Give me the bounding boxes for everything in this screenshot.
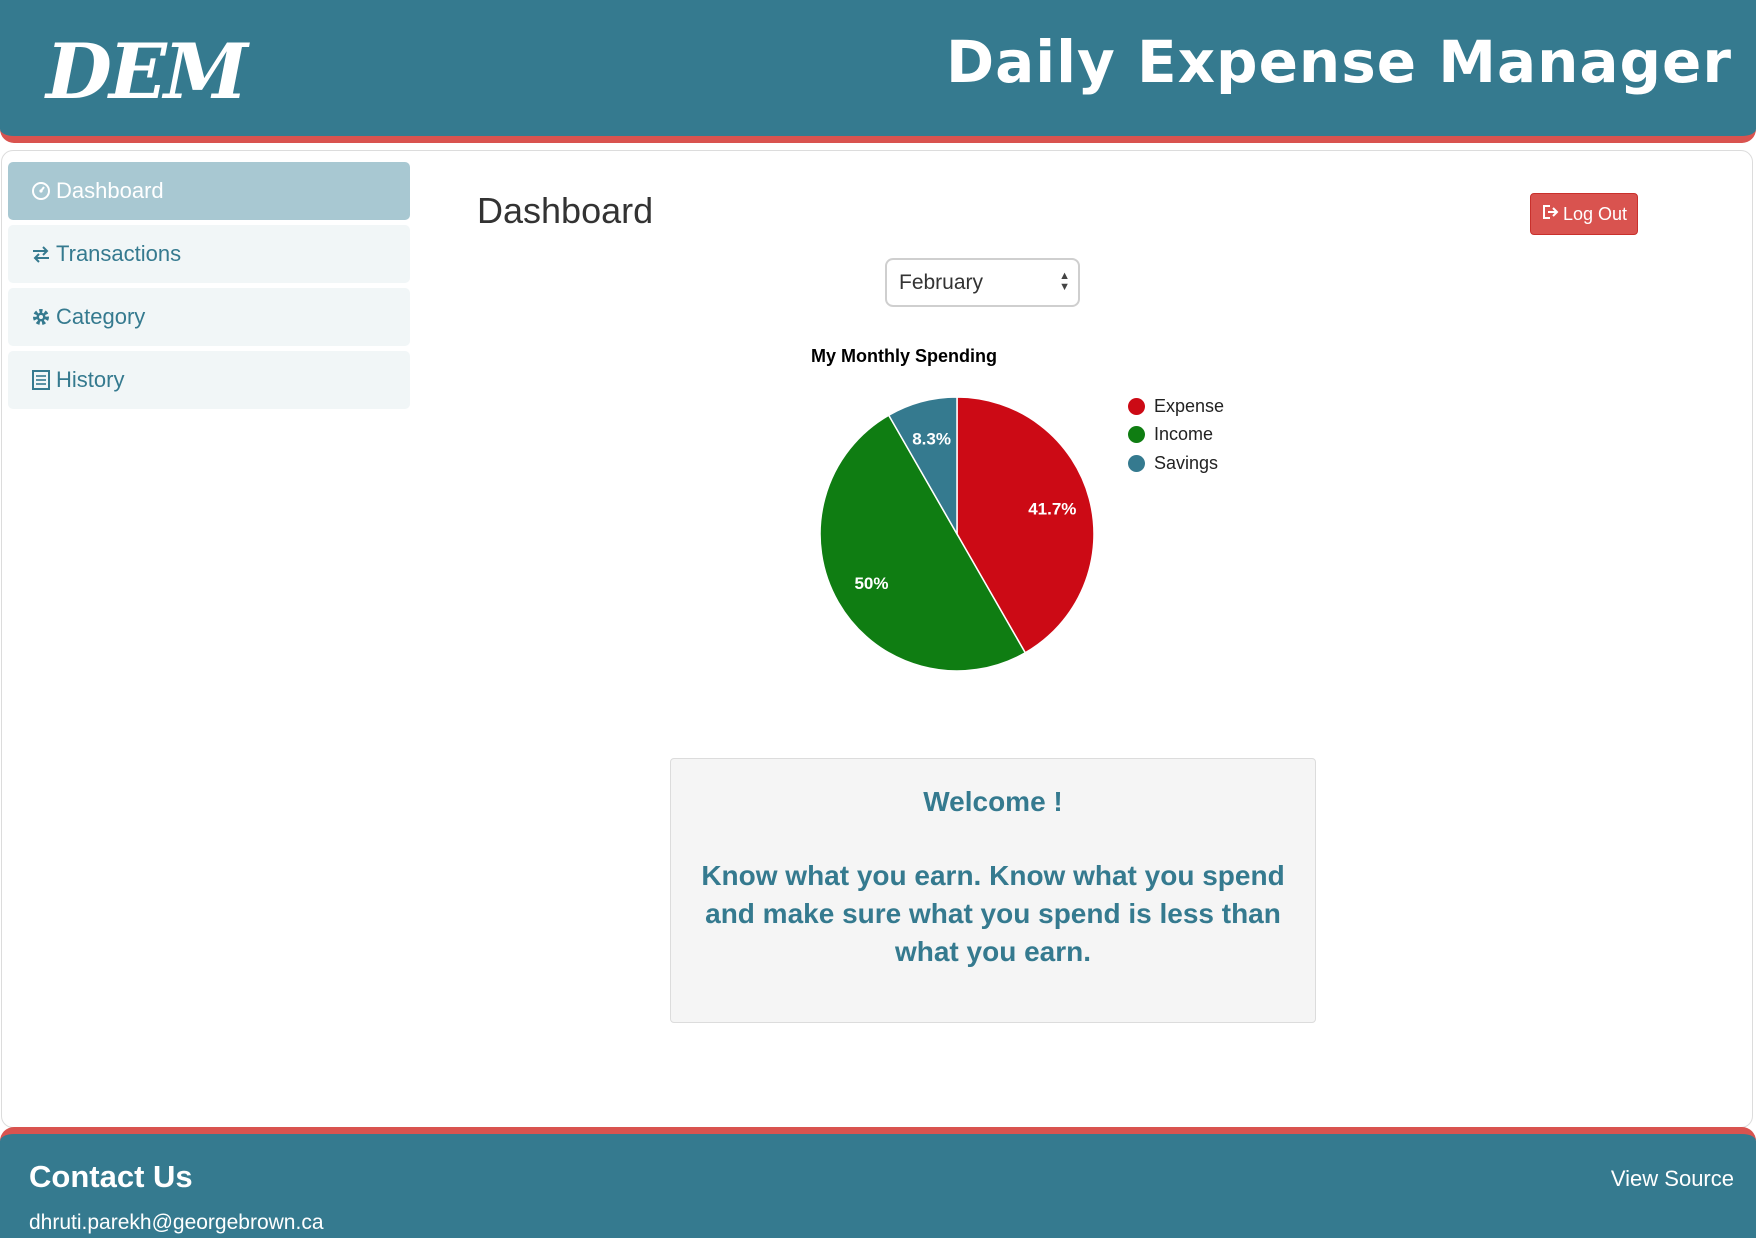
pie-label-savings: 8.3% xyxy=(912,430,951,449)
month-select-value: February xyxy=(899,270,984,294)
select-arrows-icon: ▲ ▼ xyxy=(1059,270,1070,293)
legend-dot-savings xyxy=(1128,454,1145,472)
welcome-title: Welcome ! xyxy=(923,786,1063,817)
transfer-arrows-icon xyxy=(30,243,52,265)
sidebar-item-history[interactable]: History xyxy=(8,351,410,409)
gear-icon xyxy=(30,306,52,328)
app-footer: Contact Us View Source dhruti.parekh@geo… xyxy=(0,1127,1756,1238)
legend-label: Income xyxy=(1154,424,1214,445)
dashboard-icon xyxy=(30,180,52,202)
legend-dot-expense xyxy=(1128,397,1145,415)
welcome-panel: Welcome ! Know what you earn. Know what … xyxy=(670,758,1316,1023)
app-logo[interactable]: DEM xyxy=(46,24,248,120)
legend-label: Savings xyxy=(1154,452,1219,473)
list-icon xyxy=(30,369,52,391)
pie-chart: 41.7% 50% 8.3% xyxy=(819,396,1095,672)
logout-label: Log Out xyxy=(1562,203,1628,224)
sidebar-nav: Dashboard Transactions Category History xyxy=(8,162,410,414)
welcome-message: Know what you earn. Know what you spend … xyxy=(701,860,1285,967)
sidebar-item-transactions[interactable]: Transactions xyxy=(8,225,410,283)
legend-label: Expense xyxy=(1154,395,1225,416)
app-title: Daily Expense Manager xyxy=(945,28,1732,96)
chart-legend: Expense Income Savings xyxy=(1128,392,1224,478)
logout-button[interactable]: Log Out xyxy=(1530,193,1638,235)
pie-label-income: 50% xyxy=(854,574,888,593)
page-title: Dashboard xyxy=(477,190,654,231)
pie-label-expense: 41.7% xyxy=(1028,500,1076,519)
sidebar-item-dashboard[interactable]: Dashboard xyxy=(8,162,410,220)
legend-item-savings[interactable]: Savings xyxy=(1128,449,1224,478)
legend-item-income[interactable]: Income xyxy=(1128,421,1224,450)
logout-icon xyxy=(1541,203,1559,226)
sidebar-item-label: Dashboard xyxy=(56,178,164,203)
sidebar-item-category[interactable]: Category xyxy=(8,288,410,346)
chart-title: My Monthly Spending xyxy=(811,346,997,366)
view-source-link[interactable]: View Source xyxy=(1611,1166,1734,1192)
legend-dot-income xyxy=(1128,426,1145,444)
sidebar-item-label: Transactions xyxy=(56,241,182,266)
contact-email[interactable]: dhruti.parekh@georgebrown.ca xyxy=(29,1211,324,1235)
app-header: DEM Daily Expense Manager xyxy=(0,0,1756,143)
legend-item-expense[interactable]: Expense xyxy=(1128,392,1224,421)
footer-title: Contact Us xyxy=(29,1159,193,1194)
month-select[interactable]: February ▲ ▼ xyxy=(885,258,1080,307)
sidebar-item-label: History xyxy=(56,367,125,392)
sidebar-item-label: Category xyxy=(56,304,146,329)
